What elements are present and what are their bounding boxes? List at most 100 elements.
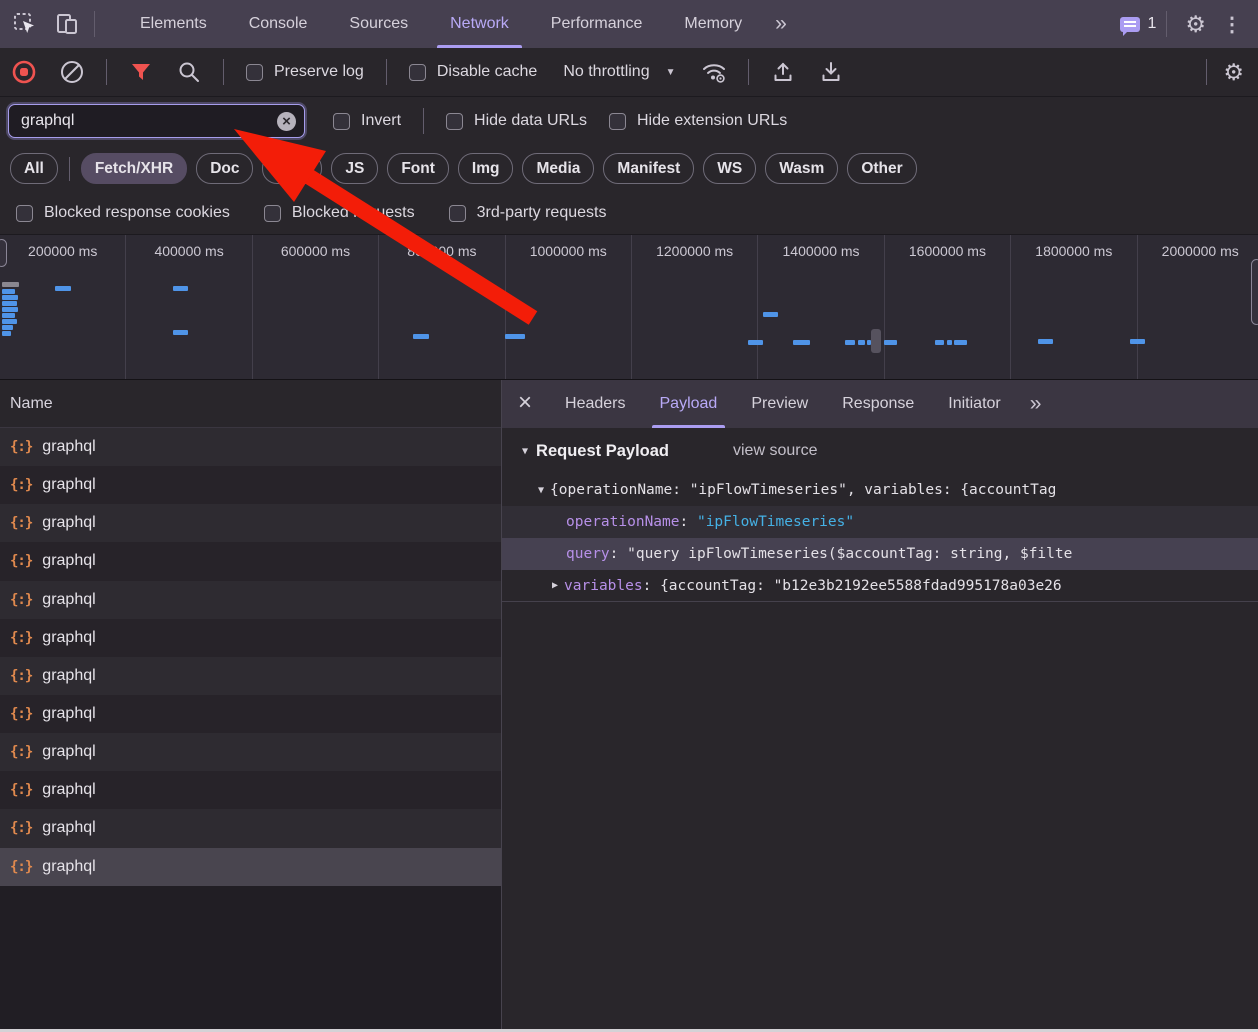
request-payload-section[interactable]: ▼ Request Payload view source (502, 428, 1258, 474)
timeline-column: 200000 ms (0, 235, 126, 379)
blocked-requests-checkbox[interactable] (264, 205, 281, 222)
waterfall-bar (2, 295, 18, 300)
tab-network[interactable]: Network (429, 0, 530, 48)
toggle-blocked-response-cookies[interactable]: Blocked response cookies (16, 204, 230, 222)
invert-toggle[interactable]: Invert (333, 112, 401, 130)
tick-label: 200000 ms (28, 243, 97, 379)
json-braces-icon: {:} (10, 782, 32, 798)
tab-sources[interactable]: Sources (328, 0, 429, 48)
request-row[interactable]: {:}graphql (0, 542, 501, 580)
disable-cache-checkbox[interactable] (409, 64, 426, 81)
request-row[interactable]: {:}graphql (0, 848, 501, 886)
preserve-log-toggle[interactable]: Preserve log (246, 63, 364, 81)
chip-font[interactable]: Font (387, 153, 449, 184)
payload-variables-row[interactable]: ▶ variables: {accountTag: "b12e3b2192ee5… (502, 570, 1258, 602)
export-har-icon[interactable] (813, 54, 849, 90)
tab-elements[interactable]: Elements (119, 0, 228, 48)
more-tabs-chevron-icon[interactable]: » (763, 12, 797, 36)
overview-left-handle[interactable] (0, 239, 7, 267)
tab-performance[interactable]: Performance (530, 0, 664, 48)
chip-media[interactable]: Media (522, 153, 594, 184)
chip-wasm[interactable]: Wasm (765, 153, 838, 184)
search-icon[interactable] (171, 54, 207, 90)
throttling-select[interactable]: No throttling ▼ (563, 63, 675, 81)
collapse-triangle-icon[interactable]: ▼ (522, 446, 528, 457)
overview-right-handle[interactable] (1251, 259, 1258, 325)
name-column-header[interactable]: Name (0, 380, 501, 428)
invert-checkbox[interactable] (333, 113, 350, 130)
details-tab-preview[interactable]: Preview (734, 380, 825, 428)
request-name: graphql (42, 438, 95, 456)
invert-label: Invert (361, 112, 401, 130)
details-tab-headers[interactable]: Headers (548, 380, 642, 428)
toggle-blocked-requests[interactable]: Blocked requests (264, 204, 415, 222)
request-row[interactable]: {:}graphql (0, 581, 501, 619)
waterfall-bar (947, 340, 952, 345)
record-icon[interactable] (6, 54, 42, 90)
chip-all[interactable]: All (10, 153, 58, 184)
request-row[interactable]: {:}graphql (0, 428, 501, 466)
request-row[interactable]: {:}graphql (0, 657, 501, 695)
name-column-label: Name (10, 395, 53, 413)
clear-icon[interactable] (54, 54, 90, 90)
inspect-icon[interactable] (8, 7, 42, 41)
request-row[interactable]: {:}graphql (0, 771, 501, 809)
extra-filters-row: Blocked response cookies Blocked requests… (0, 192, 1258, 235)
hide-data-urls-toggle[interactable]: Hide data URLs (446, 112, 587, 130)
filter-input[interactable] (21, 112, 277, 130)
toggle-3rd-party-requests[interactable]: 3rd-party requests (449, 204, 607, 222)
issues-counter[interactable]: 1 (1120, 15, 1156, 33)
details-more-chevron-icon[interactable]: » (1018, 392, 1052, 416)
request-row[interactable]: {:}graphql (0, 619, 501, 657)
payload-query-row[interactable]: query: "query ipFlowTimeseries($accountT… (502, 538, 1258, 570)
chip-fetch-xhr[interactable]: Fetch/XHR (81, 153, 187, 184)
3rd-party-requests-checkbox[interactable] (449, 205, 466, 222)
chip-other[interactable]: Other (847, 153, 916, 184)
filter-icon[interactable] (123, 54, 159, 90)
close-icon[interactable]: × (502, 389, 548, 419)
hide-data-urls-checkbox[interactable] (446, 113, 463, 130)
request-row[interactable]: {:}graphql (0, 809, 501, 847)
clear-filter-icon[interactable]: × (277, 112, 296, 131)
payload-root-row[interactable]: ▼ {operationName: "ipFlowTimeseries", va… (502, 474, 1258, 506)
details-tab-payload[interactable]: Payload (643, 380, 735, 428)
expand-triangle-icon[interactable]: ▼ (538, 485, 544, 496)
network-settings-gear-icon[interactable]: ⚙ (1217, 61, 1258, 84)
resource-type-chips: All Fetch/XHR Doc CSS JS Font Img Media Manifest… (0, 145, 1258, 192)
tick-label: 600000 ms (281, 243, 350, 379)
settings-gear-icon[interactable]: ⚙ (1177, 13, 1214, 36)
kebab-menu-icon[interactable]: ⋮ (1214, 12, 1250, 37)
chip-img[interactable]: Img (458, 153, 514, 184)
import-har-icon[interactable] (765, 54, 801, 90)
chip-css[interactable]: CSS (262, 153, 322, 184)
network-conditions-icon[interactable] (696, 54, 732, 90)
expand-triangle-icon[interactable]: ▶ (552, 580, 558, 591)
details-tab-response[interactable]: Response (825, 380, 931, 428)
payload-operationname-row[interactable]: operationName: "ipFlowTimeseries" (502, 506, 1258, 538)
request-row[interactable]: {:}graphql (0, 695, 501, 733)
disable-cache-toggle[interactable]: Disable cache (409, 63, 538, 81)
blocked-response-cookies-checkbox[interactable] (16, 205, 33, 222)
preserve-log-checkbox[interactable] (246, 64, 263, 81)
device-toolbar-icon[interactable] (50, 7, 84, 41)
filter-input-box[interactable]: × (8, 104, 305, 138)
waterfall-overview[interactable]: 200000 ms400000 ms600000 ms800000 ms1000… (0, 235, 1258, 380)
request-row[interactable]: {:}graphql (0, 733, 501, 771)
chip-js[interactable]: JS (331, 153, 378, 184)
tab-memory[interactable]: Memory (663, 0, 763, 48)
request-row[interactable]: {:}graphql (0, 466, 501, 504)
chip-ws[interactable]: WS (703, 153, 756, 184)
details-tab-initiator[interactable]: Initiator (931, 380, 1017, 428)
network-toolbar: Preserve log Disable cache No throttling… (0, 48, 1258, 97)
waterfall-bar (173, 330, 188, 335)
hide-extension-urls-checkbox[interactable] (609, 113, 626, 130)
request-row[interactable]: {:}graphql (0, 504, 501, 542)
view-source-link[interactable]: view source (733, 442, 817, 460)
tab-console[interactable]: Console (228, 0, 329, 48)
chip-doc[interactable]: Doc (196, 153, 253, 184)
details-tabbar: × HeadersPayloadPreviewResponseInitiator… (502, 380, 1258, 428)
divider (1166, 11, 1167, 37)
chip-manifest[interactable]: Manifest (603, 153, 694, 184)
timeline-column: 400000 ms (126, 235, 252, 379)
hide-extension-urls-toggle[interactable]: Hide extension URLs (609, 112, 787, 130)
